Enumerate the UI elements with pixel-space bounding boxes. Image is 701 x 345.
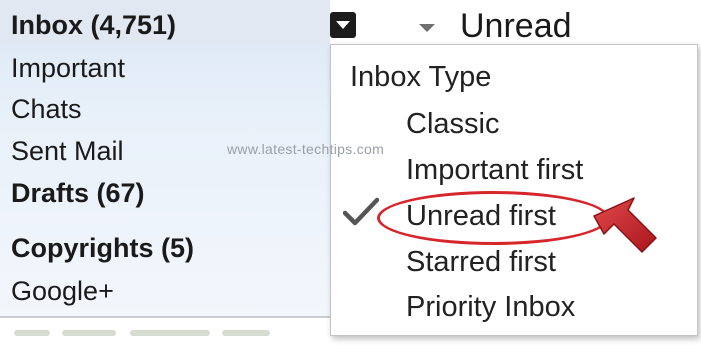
- menu-option-classic[interactable]: Classic: [406, 110, 499, 139]
- blurred-content: [222, 330, 270, 336]
- watermark: www.latest-techtips.com: [227, 141, 385, 157]
- caret-down-icon[interactable]: [419, 24, 435, 32]
- caret-down-icon[interactable]: [330, 12, 356, 38]
- sidebar-item-inbox[interactable]: Inbox (4,751): [11, 12, 176, 39]
- blurred-content: [62, 330, 116, 336]
- inbox-view-label[interactable]: Unread: [460, 9, 572, 43]
- sidebar-item-copyrights[interactable]: Copyrights (5): [11, 235, 194, 262]
- sidebar-item-important[interactable]: Important: [11, 55, 125, 82]
- sidebar-item-drafts[interactable]: Drafts (67): [11, 180, 145, 207]
- menu-heading: Inbox Type: [350, 61, 492, 93]
- sidebar-item-google-plus[interactable]: Google+: [11, 278, 114, 305]
- checkmark-icon: [343, 197, 379, 226]
- sidebar-item-sent-mail[interactable]: Sent Mail: [11, 138, 124, 165]
- sidebar-item-chats[interactable]: Chats: [11, 96, 82, 123]
- highlight-ring: [377, 191, 609, 245]
- inbox-type-menu: Inbox Type Classic Important first Unrea…: [330, 44, 698, 336]
- blurred-content: [14, 330, 50, 336]
- arrow-icon: [593, 197, 657, 253]
- menu-option-starred-first[interactable]: Starred first: [406, 248, 556, 277]
- menu-option-priority-inbox[interactable]: Priority Inbox: [406, 293, 575, 322]
- blurred-content: [130, 330, 210, 336]
- menu-option-important-first[interactable]: Important first: [406, 156, 583, 185]
- gmail-inbox-type-screenshot: Inbox (4,751) Important Chats Sent Mail …: [0, 0, 701, 345]
